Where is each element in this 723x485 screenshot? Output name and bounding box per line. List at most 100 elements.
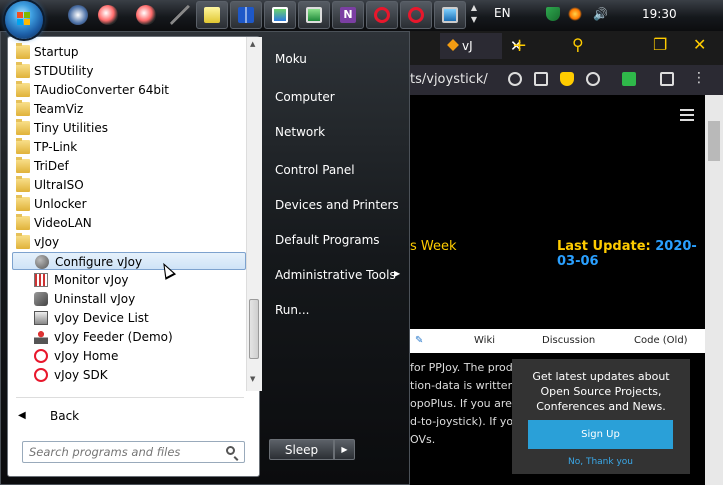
program-item[interactable]: STDUtility [12, 62, 246, 80]
taskbar-monitor-button[interactable] [434, 1, 466, 29]
new-tab-button[interactable]: + [512, 35, 527, 56]
restore-icon[interactable]: ❐ [653, 35, 667, 54]
project-nav: ✎ Wiki Discussion Code (Old) [410, 329, 705, 353]
taskbar-dictionary-button[interactable] [230, 1, 262, 29]
last-update-label: Last Update: [557, 239, 651, 254]
shutdown-options-button[interactable]: ▶ [334, 439, 355, 460]
windows-logo-icon [17, 12, 31, 26]
program-item[interactable]: Uninstall vJoy [12, 290, 246, 308]
search-icon[interactable] [508, 72, 522, 86]
program-item[interactable]: vJoy [12, 233, 246, 251]
search-input[interactable] [27, 444, 221, 460]
volume-icon[interactable]: 🔊 [593, 7, 608, 21]
taskbar-scroll[interactable]: ▲ ▼ [468, 2, 480, 28]
address-bar[interactable]: ts/vjoystick/ ⋮ [410, 65, 723, 95]
folder-icon [16, 233, 30, 249]
program-item[interactable]: Startup [12, 43, 246, 61]
nav-code[interactable]: Code (Old) [634, 335, 688, 346]
scrollbar-thumb[interactable] [708, 121, 720, 161]
edit-icon[interactable]: ✎ [415, 335, 423, 346]
taskbar-opera-button[interactable] [366, 1, 398, 29]
menu-administrative-tools[interactable]: Administrative Tools [275, 268, 396, 282]
taskbar-notes-button[interactable] [196, 1, 228, 29]
program-label: Uninstall vJoy [54, 292, 136, 306]
opera-icon [34, 349, 48, 363]
nav-discussion[interactable]: Discussion [542, 335, 595, 346]
page-week-text: s Week [410, 239, 457, 254]
scroll-down-arrow-icon[interactable]: ▼ [250, 375, 255, 383]
quicklaunch-pen-icon[interactable] [170, 5, 190, 25]
menu-computer[interactable]: Computer [275, 90, 335, 104]
clock[interactable]: 19:30 [642, 7, 677, 21]
programs-scrollbar[interactable]: ▲ ▼ [246, 37, 262, 391]
scroll-up-arrow-icon[interactable]: ▲ [250, 40, 255, 48]
search-box[interactable] [22, 441, 245, 463]
camera-icon[interactable] [534, 72, 548, 86]
program-item[interactable]: TriDef [12, 157, 246, 175]
joystick-icon [34, 330, 48, 344]
program-item[interactable]: vJoy Device List [12, 309, 246, 327]
quicklaunch-pinwheel-icon[interactable] [98, 5, 118, 25]
program-item[interactable]: Unlocker [12, 195, 246, 213]
program-item[interactable]: Monitor vJoy [12, 271, 246, 289]
sleep-button[interactable]: Sleep [269, 439, 334, 460]
taskbar-viewer-button[interactable] [298, 1, 330, 29]
quicklaunch-orb-icon[interactable] [68, 5, 88, 25]
browser-tab[interactable]: vJ ✕ [440, 33, 523, 59]
viewer-icon [306, 7, 322, 23]
taskbar-opera2-button[interactable] [400, 1, 432, 29]
signup-button[interactable]: Sign Up [528, 420, 673, 449]
downloads-icon[interactable] [660, 72, 674, 86]
page-scrollbar[interactable] [705, 95, 723, 485]
taskbar-onenote-button[interactable]: N [332, 1, 364, 29]
menu-run[interactable]: Run... [275, 303, 309, 317]
book-icon [238, 7, 254, 23]
menu-icon[interactable]: ⋮ [692, 71, 706, 86]
network-spark-icon[interactable] [568, 7, 582, 21]
folder-icon [16, 157, 30, 173]
program-item[interactable]: Configure vJoy [12, 252, 246, 270]
security-shield-icon[interactable] [546, 7, 560, 21]
program-item[interactable]: TAudioConverter 64bit [12, 81, 246, 99]
address-url[interactable]: ts/vjoystick/ [410, 72, 488, 87]
menu-default-programs[interactable]: Default Programs [275, 233, 380, 247]
close-window-icon[interactable]: ✕ [693, 35, 706, 54]
program-item[interactable]: Tiny Utilities [12, 119, 246, 137]
heart-icon[interactable] [586, 72, 600, 86]
program-label: Configure vJoy [55, 255, 143, 269]
menu-network[interactable]: Network [275, 125, 325, 139]
nav-wiki[interactable]: Wiki [474, 335, 495, 346]
language-indicator[interactable]: EN [494, 6, 511, 20]
back-button[interactable]: ◀ Back [8, 405, 246, 427]
uninstall-icon [34, 292, 48, 306]
opera-icon [34, 368, 48, 382]
quicklaunch-pinwheel2-icon[interactable] [136, 5, 156, 25]
folder-icon [16, 214, 30, 230]
program-item[interactable]: VideoLAN [12, 214, 246, 232]
program-item[interactable]: TeamViz [12, 100, 246, 118]
opera-icon [408, 7, 424, 23]
program-label: Unlocker [34, 197, 87, 211]
menu-user-folder[interactable]: Moku [275, 52, 307, 66]
configure-icon [35, 255, 49, 269]
hamburger-menu-icon[interactable] [680, 109, 694, 124]
vpn-shield-icon[interactable] [560, 72, 574, 86]
scrollbar-thumb[interactable] [249, 299, 259, 359]
menu-control-panel[interactable]: Control Panel [275, 163, 355, 177]
program-item[interactable]: vJoy Feeder (Demo) [12, 328, 246, 346]
back-label: Back [50, 409, 80, 423]
decline-link[interactable]: No, Thank you [528, 457, 673, 467]
last-update: Last Update: 2020-03-06 [557, 239, 705, 269]
download-arrow-icon[interactable] [622, 72, 636, 86]
start-button[interactable] [5, 1, 43, 39]
menu-devices-printers[interactable]: Devices and Printers [275, 198, 399, 212]
taskbar-image-button[interactable] [264, 1, 296, 29]
image-icon [272, 7, 288, 23]
taskbar: N ▲ ▼ EN 🔊 19:30 [0, 0, 723, 39]
search-icon[interactable]: ⚲ [572, 35, 584, 54]
program-item[interactable]: vJoy SDK [12, 366, 246, 384]
search-icon[interactable] [226, 446, 235, 455]
program-item[interactable]: TP-Link [12, 138, 246, 156]
program-item[interactable]: UltraISO [12, 176, 246, 194]
program-item[interactable]: vJoy Home [12, 347, 246, 365]
